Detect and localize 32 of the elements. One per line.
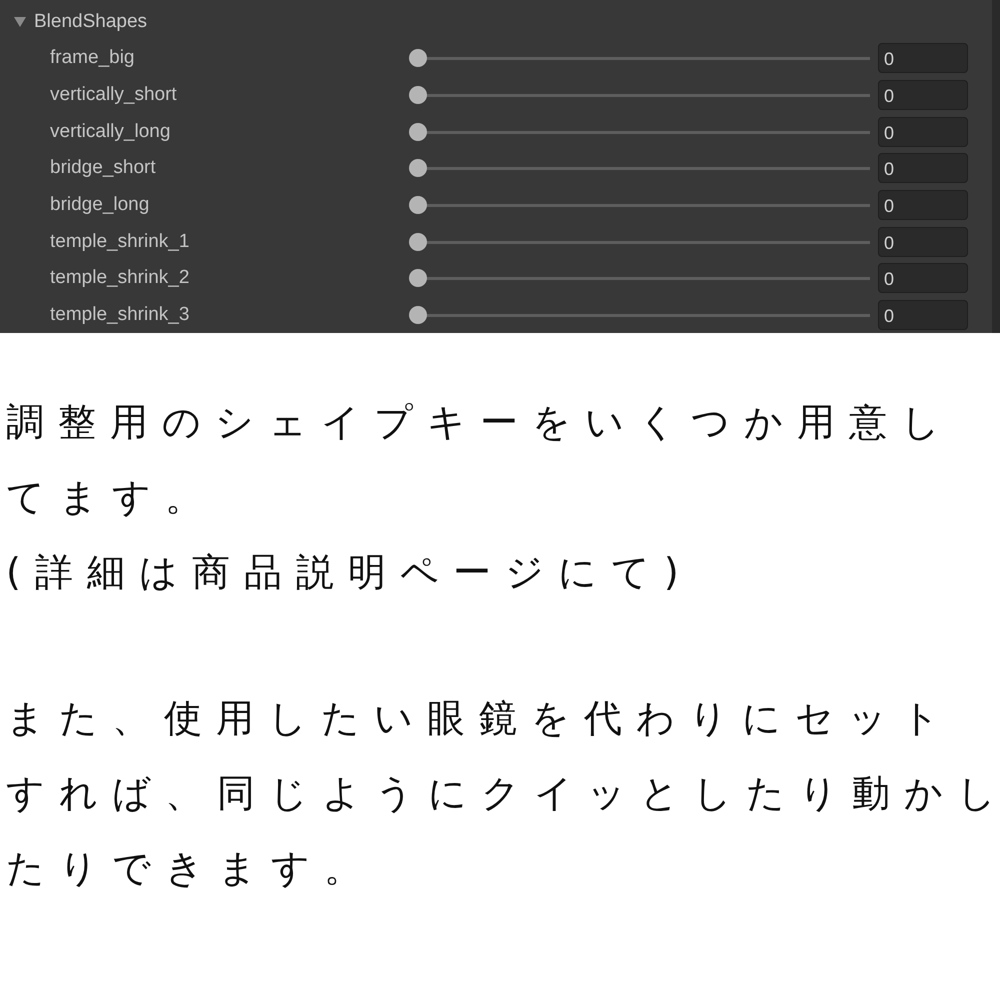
property-label: vertically_short (49, 84, 178, 106)
caption-line: (詳細は商品説明ページにて) (6, 549, 694, 596)
slider-thumb[interactable] (409, 86, 427, 104)
caption-line: たりできます。 (6, 845, 377, 892)
number-field[interactable]: 0 (878, 116, 968, 147)
slider-thumb[interactable] (409, 269, 427, 288)
property-label: vertically_long (49, 120, 172, 143)
number-field[interactable]: 0 (878, 226, 968, 257)
slider-thumb[interactable] (409, 196, 427, 214)
property-label: temple_shrink_3 (49, 304, 190, 326)
caption-line: また、使用したい眼鏡を代わりにセット (6, 695, 955, 742)
property-label: bridge_short (49, 157, 157, 180)
caption-line: すれば、同じようにクイッとしたり動かし (6, 770, 1000, 817)
slider-thumb[interactable] (409, 122, 427, 141)
number-field[interactable]: 0 (878, 80, 968, 110)
slider-thumb[interactable] (409, 232, 427, 251)
section-title[interactable]: BlendShapes (34, 11, 148, 33)
foldout-triangle-icon[interactable] (14, 17, 26, 27)
caption-line: 調整用のシェイプキーをいくつか用意し (6, 399, 955, 446)
number-field[interactable]: 0 (878, 43, 968, 74)
property-label: temple_shrink_1 (49, 230, 190, 253)
property-label: frame_big (49, 47, 136, 70)
property-label: temple_shrink_2 (49, 267, 190, 290)
slider-thumb[interactable] (409, 49, 427, 68)
slider-thumb[interactable] (409, 159, 427, 178)
number-field[interactable]: 0 (878, 300, 968, 330)
property-label: bridge_long (49, 194, 150, 216)
number-field[interactable]: 0 (878, 190, 968, 220)
number-field[interactable]: 0 (878, 263, 968, 294)
number-field[interactable]: 0 (878, 153, 968, 184)
caption-line: てます。 (6, 474, 218, 521)
slider-thumb[interactable] (409, 306, 427, 324)
